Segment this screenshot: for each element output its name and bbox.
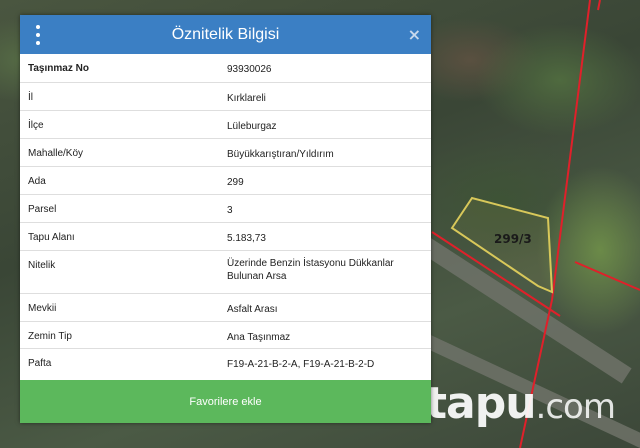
attribute-panel: Öznitelik Bilgisi × Taşınmaz No 93930026… (20, 15, 431, 423)
panel-title: Öznitelik Bilgisi (171, 25, 280, 43)
table-row: Mevkii Asfalt Arası (20, 294, 431, 322)
attribute-value: Lüleburgaz (227, 121, 277, 132)
attribute-value: Asfalt Arası (227, 304, 278, 315)
table-row: İl Kırklareli (20, 83, 431, 111)
watermark-logo: tapu.com (426, 378, 616, 429)
attribute-key: Nitelik (28, 260, 56, 271)
watermark-main: tapu (426, 378, 537, 429)
parcel-label: 299/3 (494, 232, 532, 246)
table-row: Pafta F19-A-21-B-2-A, F19-A-21-B-2-D (20, 349, 431, 376)
attribute-key: İl (28, 92, 33, 103)
attribute-key: Tapu Alanı (28, 232, 75, 243)
attribute-value: 5.183,73 (227, 233, 266, 244)
attribute-key: Pafta (28, 358, 52, 369)
attribute-value: F19-A-21-B-2-A, F19-A-21-B-2-D (227, 359, 375, 370)
attribute-value: Ana Taşınmaz (227, 332, 291, 343)
kebab-menu-icon[interactable] (32, 25, 44, 45)
panel-header: Öznitelik Bilgisi × (20, 15, 431, 54)
table-row: Ada 299 (20, 167, 431, 195)
attribute-value: 93930026 (227, 64, 272, 75)
table-row: İlçe Lüleburgaz (20, 111, 431, 139)
close-icon[interactable]: × (408, 25, 421, 44)
attribute-value: Kırklareli (227, 93, 266, 104)
table-row: Mahalle/Köy Büyükkarıştıran/Yıldırım (20, 139, 431, 167)
add-favorites-button[interactable]: Favorilere ekle (20, 380, 431, 423)
watermark-suffix: .com (535, 387, 616, 427)
table-row: Nitelik Üzerinde Benzin İstasyonu Dükkan… (20, 251, 431, 294)
attribute-value: Büyükkarıştıran/Yıldırım (227, 149, 334, 160)
attribute-value: 3 (227, 205, 233, 216)
attribute-key: Mahalle/Köy (28, 148, 84, 159)
table-row: Parsel 3 (20, 195, 431, 223)
boundary-line (597, 0, 601, 11)
attribute-key: Ada (28, 176, 46, 187)
attribute-key: Parsel (28, 204, 57, 215)
attribute-key: Mevkii (28, 303, 57, 314)
attribute-key: Taşınmaz No (28, 63, 89, 74)
boundary-line (574, 261, 640, 291)
attribute-value: Üzerinde Benzin İstasyonu Dükkanlar Bulu… (227, 258, 394, 282)
table-row: Tapu Alanı 5.183,73 (20, 223, 431, 251)
attribute-table: Taşınmaz No 93930026 İl Kırklareli İlçe … (20, 54, 431, 380)
table-row: Taşınmaz No 93930026 (20, 54, 431, 83)
attribute-key: İlçe (28, 120, 44, 131)
table-row: Zemin Tip Ana Taşınmaz (20, 322, 431, 349)
attribute-key: Zemin Tip (28, 331, 72, 342)
attribute-value: 299 (227, 177, 244, 188)
